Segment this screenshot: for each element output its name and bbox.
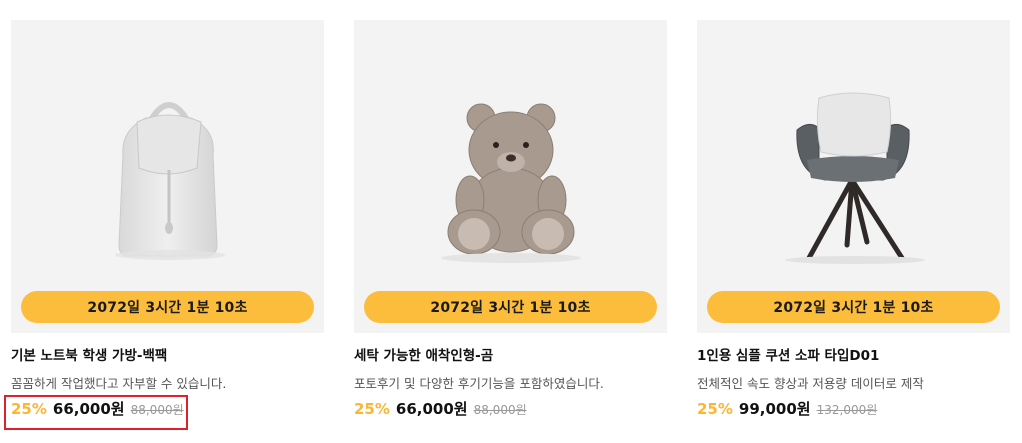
countdown-timer: 2072일 3시간 1분 10초: [364, 291, 657, 323]
price-highlight-box: [4, 395, 188, 430]
discount-rate: 25%: [354, 400, 390, 418]
product-description: 포토후기 및 다양한 후기기능을 포함하였습니다.: [354, 376, 604, 391]
original-price: 132,000원: [816, 403, 878, 417]
product-description: 전체적인 속도 향상과 저용량 데이터로 제작: [697, 376, 924, 391]
sale-price: 99,000원: [738, 400, 811, 418]
product-image-backpack[interactable]: 2072일 3시간 1분 10초: [11, 20, 324, 333]
price-row: 25% 66,000원 88,000원: [354, 398, 667, 420]
product-description: 꼼꼼하게 작업했다고 자부할 수 있습니다.: [11, 376, 227, 391]
sale-price: 66,000원: [395, 400, 468, 418]
product-card-teddy-bear[interactable]: 2072일 3시간 1분 10초 세탁 가능한 애착인형-곰 포토후기 및 다양…: [354, 20, 667, 420]
countdown-timer: 2072일 3시간 1분 10초: [707, 291, 1000, 323]
product-title[interactable]: 세탁 가능한 애착인형-곰: [354, 346, 667, 366]
product-card-chair[interactable]: 2072일 3시간 1분 10초 1인용 심플 쿠션 소파 타입D01 전체적인…: [697, 20, 1010, 420]
countdown-timer: 2072일 3시간 1분 10초: [21, 291, 314, 323]
chair-image: [785, 92, 925, 264]
backpack-image: [115, 102, 225, 260]
product-card-backpack[interactable]: 2072일 3시간 1분 10초 기본 노트북 학생 가방-백팩 꼼꼼하게 작업…: [11, 20, 324, 420]
discount-rate: 25%: [697, 400, 733, 418]
product-title[interactable]: 기본 노트북 학생 가방-백팩: [11, 346, 324, 366]
product-title[interactable]: 1인용 심플 쿠션 소파 타입D01: [697, 346, 1010, 366]
product-image-teddy-bear[interactable]: 2072일 3시간 1분 10초: [354, 20, 667, 333]
product-image-chair[interactable]: 2072일 3시간 1분 10초: [697, 20, 1010, 333]
teddy-bear-image: [441, 103, 581, 263]
price-row: 25% 99,000원 132,000원: [697, 398, 1010, 420]
original-price: 88,000원: [473, 403, 527, 417]
